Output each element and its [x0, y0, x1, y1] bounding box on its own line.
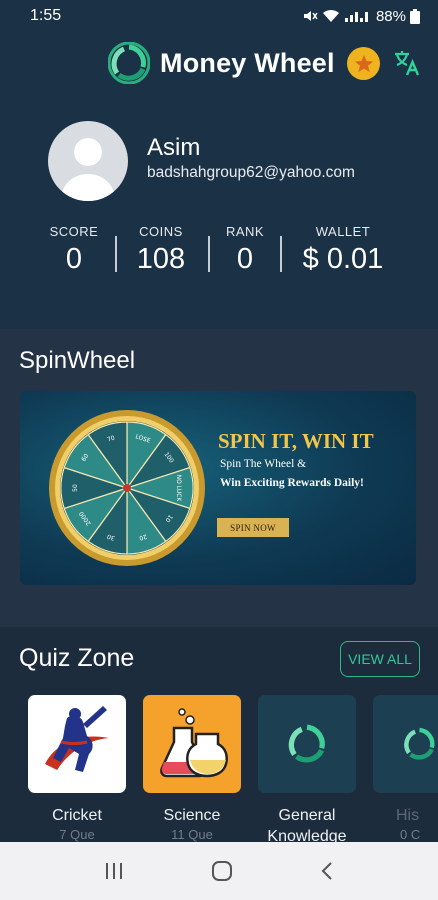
translate-icon	[395, 51, 420, 76]
translate-button[interactable]	[388, 44, 426, 82]
view-all-button[interactable]: VIEW ALL	[340, 641, 420, 677]
recent-apps-icon[interactable]	[103, 861, 125, 881]
stat-divider	[280, 236, 282, 272]
stat-label: SCORE	[49, 224, 99, 239]
spiral-logo-icon	[108, 42, 150, 84]
quiz-card-cricket[interactable]	[28, 695, 126, 793]
battery-percent: 88%	[375, 7, 406, 25]
stat-rank: RANK 0	[218, 224, 272, 276]
spin-now-button[interactable]: SPIN NOW	[217, 518, 289, 537]
system-nav-bar	[0, 842, 438, 900]
spin-wheel-graphic: 70 LOSE 100 NO LUCK 10 20 30 2000 50 60	[49, 410, 205, 566]
user-name: Asim	[147, 134, 201, 161]
spin-wheel-banner[interactable]: 70 LOSE 100 NO LUCK 10 20 30 2000 50 60 …	[20, 391, 416, 585]
spinwheel-section-title: SpinWheel	[19, 347, 136, 374]
avatar[interactable]	[48, 121, 128, 201]
back-icon[interactable]	[319, 860, 335, 882]
profile-panel: Asim badshahgroup62@yahoo.com SCORE 0 CO…	[0, 96, 438, 329]
star-coin-icon	[354, 54, 373, 72]
spiral-logo-icon	[404, 727, 435, 760]
quiz-zone-panel: Quiz Zone VIEW ALL Cricket 7 Que Science…	[0, 627, 438, 845]
wheel-label: 50	[72, 484, 79, 492]
spin-subtitle: Spin The Wheel &	[220, 458, 307, 470]
app-header: Money Wheel	[0, 32, 438, 96]
science-flask-icon	[160, 708, 228, 778]
cricket-icon	[45, 706, 109, 772]
quiz-label: General Knowledge	[267, 807, 347, 845]
stat-value: 0	[65, 243, 83, 275]
stat-label: WALLET	[315, 224, 371, 239]
default-user-icon	[60, 138, 116, 201]
user-email: badshahgroup62@yahoo.com	[147, 164, 355, 181]
app-title: Money Wheel	[160, 47, 335, 78]
status-bar: 1:55 88%	[0, 0, 438, 32]
signal-icon	[344, 12, 368, 22]
status-time: 1:55	[30, 7, 62, 24]
quiz-zone-title: Quiz Zone	[19, 644, 135, 672]
wheel-label: NO LUCK	[175, 475, 182, 503]
quiz-card-history[interactable]	[373, 695, 438, 793]
stat-label: RANK	[225, 224, 265, 239]
spin-tagline: Win Exciting Rewards Daily!	[220, 477, 364, 489]
quiz-card-science[interactable]	[143, 695, 241, 793]
stat-value: $ 0.01	[302, 243, 384, 275]
stat-score: SCORE 0	[44, 224, 104, 276]
stat-divider	[208, 236, 210, 272]
stat-coins: COINS 108	[126, 224, 196, 276]
status-icons: 88%	[302, 8, 420, 25]
stat-value: 0	[236, 243, 254, 275]
stat-wallet: WALLET $ 0.01	[296, 224, 390, 276]
stat-divider	[115, 236, 117, 272]
stat-label: COINS	[139, 224, 183, 239]
quiz-card-general-knowledge[interactable]	[258, 695, 356, 793]
coins-button[interactable]	[347, 47, 380, 80]
quiz-label: His	[396, 807, 420, 824]
stat-value: 108	[136, 243, 186, 275]
home-icon[interactable]	[210, 859, 234, 883]
spiral-logo-icon	[288, 724, 325, 763]
mute-icon	[303, 11, 318, 21]
brand: Money Wheel	[108, 42, 335, 84]
quiz-question-count: 0 C	[400, 827, 421, 842]
battery-icon	[410, 8, 420, 24]
wifi-icon	[322, 9, 339, 22]
spin-headline: SPIN IT, WIN IT	[218, 429, 374, 453]
